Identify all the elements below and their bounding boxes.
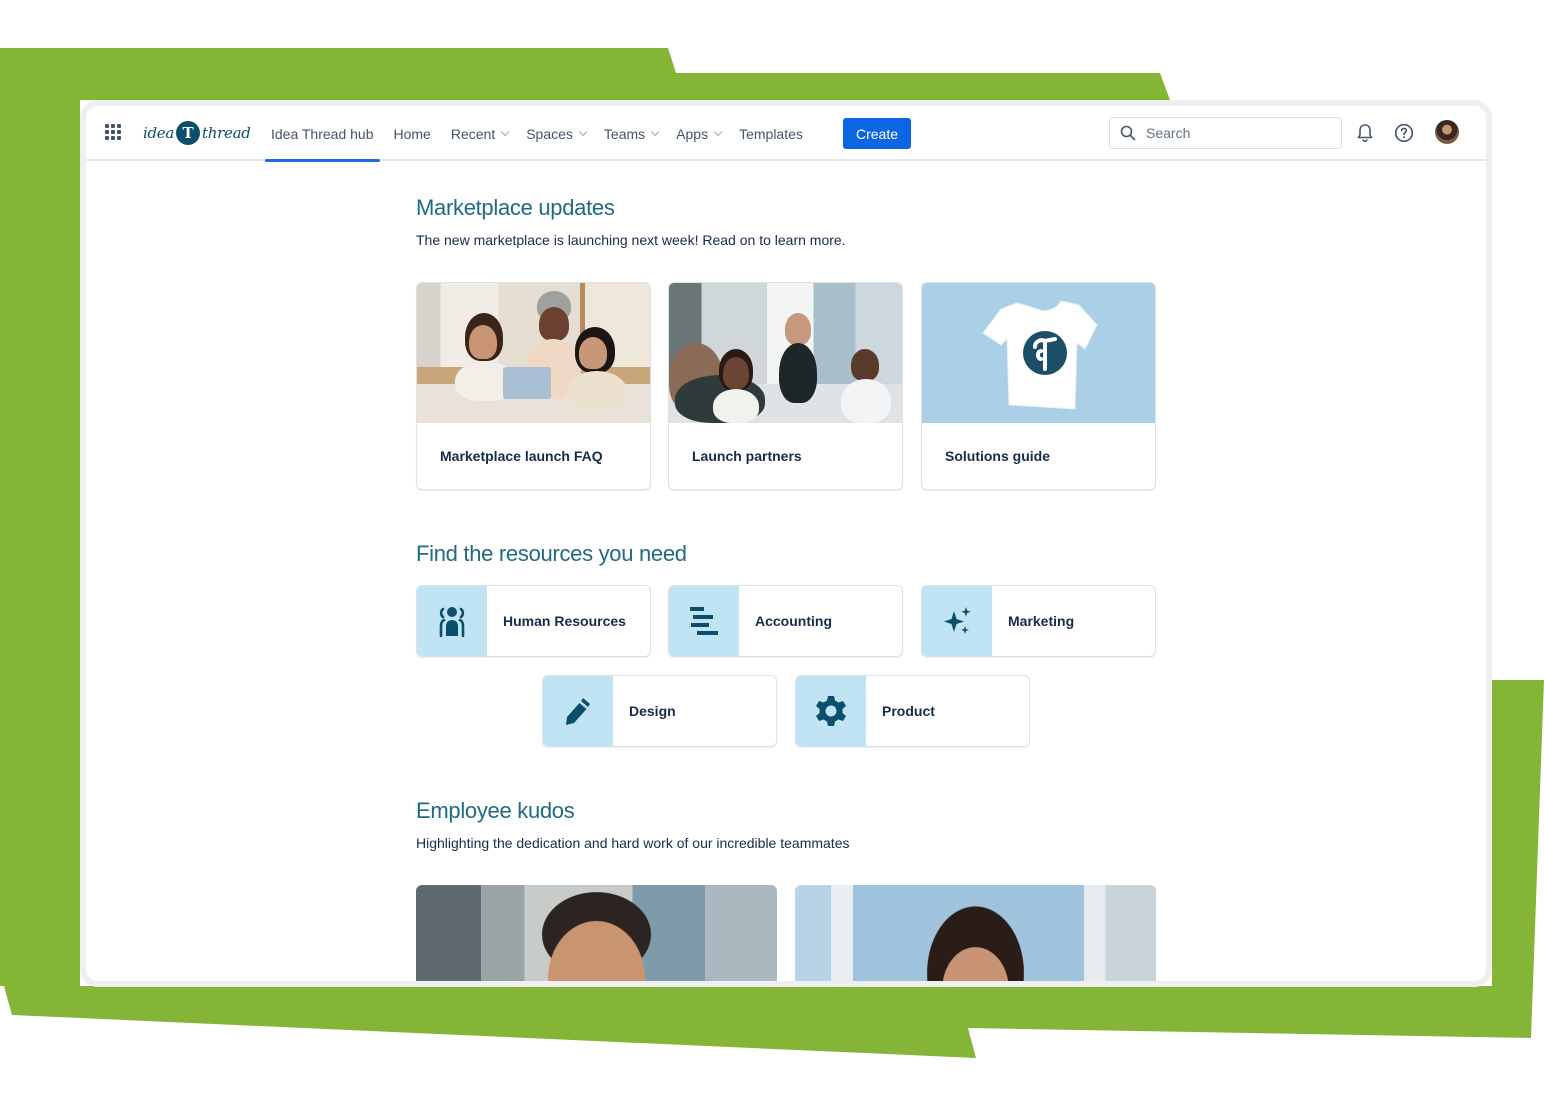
nav-item-recent[interactable]: Recent	[443, 106, 514, 161]
resource-tile-accounting[interactable]: Accounting	[668, 585, 903, 657]
tile-label: Design	[629, 703, 676, 719]
marketplace-title: Marketplace updates	[416, 195, 615, 220]
kudos-title: Employee kudos	[416, 798, 575, 823]
kudos-photo-employee-2[interactable]	[795, 885, 1156, 981]
help-icon	[1394, 123, 1414, 143]
card-label: Launch partners	[692, 448, 802, 464]
help-button[interactable]	[1392, 121, 1416, 145]
card-launch-partners[interactable]: Launch partners	[668, 282, 903, 490]
search-icon	[1120, 125, 1136, 141]
nav-item-label: Teams	[603, 125, 646, 142]
resource-tile-human-resources[interactable]: Human Resources	[416, 585, 651, 657]
resource-tile-design[interactable]: Design	[542, 675, 777, 747]
tile-icon-area	[796, 676, 866, 746]
nav-item-label: Idea Thread hub	[271, 125, 374, 142]
tile-icon-area	[417, 586, 487, 656]
kudos-subtitle: Highlighting the dedication and hard wor…	[416, 835, 850, 851]
bell-icon	[1357, 124, 1373, 143]
logo-mark-icon: T	[176, 121, 201, 145]
tile-icon-area	[669, 586, 739, 656]
logo-text-left: idea	[143, 124, 175, 142]
nav-item-label: Spaces	[526, 125, 573, 142]
primary-nav: Idea Thread hub Home Recent Spaces Teams…	[263, 106, 815, 162]
search-box[interactable]	[1109, 117, 1342, 149]
idea-thread-logo[interactable]: idea T thread	[143, 118, 251, 148]
nav-item-spaces[interactable]: Spaces	[518, 106, 592, 161]
card-solutions-guide[interactable]: Solutions guide	[921, 282, 1156, 490]
nav-item-templates[interactable]: Templates	[731, 106, 811, 161]
apps-grid-icon[interactable]	[105, 124, 122, 141]
avatar[interactable]	[1435, 120, 1459, 144]
nav-item-label: Recent	[450, 125, 496, 142]
tile-label: Marketing	[1008, 613, 1075, 629]
tile-label: Accounting	[755, 613, 832, 629]
resource-tile-marketing[interactable]: Marketing	[921, 585, 1156, 657]
chevron-down-icon	[578, 127, 588, 136]
nav-item-label: Apps	[676, 125, 709, 142]
tile-icon-area	[922, 586, 992, 656]
nav-item-label: Templates	[739, 125, 803, 142]
nav-item-teams[interactable]: Teams	[596, 106, 664, 161]
tile-icon-area	[543, 676, 613, 746]
resource-tile-product[interactable]: Product	[795, 675, 1030, 747]
search-input[interactable]	[1146, 125, 1326, 141]
nav-item-home[interactable]: Home	[386, 106, 439, 161]
marketplace-subtitle: The new marketplace is launching next we…	[416, 232, 846, 248]
card-image-tshirt	[922, 283, 1155, 423]
people-icon	[439, 607, 465, 637]
card-image-team-meeting	[417, 283, 650, 423]
card-marketplace-launch-faq[interactable]: Marketplace launch FAQ	[416, 282, 651, 490]
pencil-icon	[566, 698, 590, 725]
card-label: Marketplace launch FAQ	[440, 448, 603, 464]
nav-item-label: Home	[393, 125, 431, 142]
logo-text-right: thread	[202, 124, 251, 142]
notifications-button[interactable]	[1353, 121, 1377, 145]
bars-icon	[690, 607, 718, 635]
nav-item-apps[interactable]: Apps	[668, 106, 727, 161]
kudos-photo-employee-1[interactable]	[416, 885, 777, 981]
app-window: idea T thread Idea Thread hub Home Recen…	[80, 100, 1492, 987]
gear-icon	[816, 696, 846, 726]
chevron-down-icon	[651, 127, 660, 136]
resources-title: Find the resources you need	[416, 541, 687, 566]
create-button[interactable]: Create	[843, 118, 911, 149]
tile-label: Product	[882, 703, 935, 719]
top-navigation: idea T thread Idea Thread hub Home Recen…	[86, 106, 1486, 162]
chevron-down-icon	[501, 127, 510, 136]
chevron-down-icon	[713, 127, 723, 136]
card-image-handshake	[669, 283, 902, 423]
card-label: Solutions guide	[945, 448, 1050, 464]
tile-label: Human Resources	[503, 613, 626, 629]
sparkle-icon	[944, 607, 971, 634]
nav-item-idea-thread-hub[interactable]: Idea Thread hub	[263, 106, 382, 162]
tshirt-icon	[981, 300, 1098, 410]
